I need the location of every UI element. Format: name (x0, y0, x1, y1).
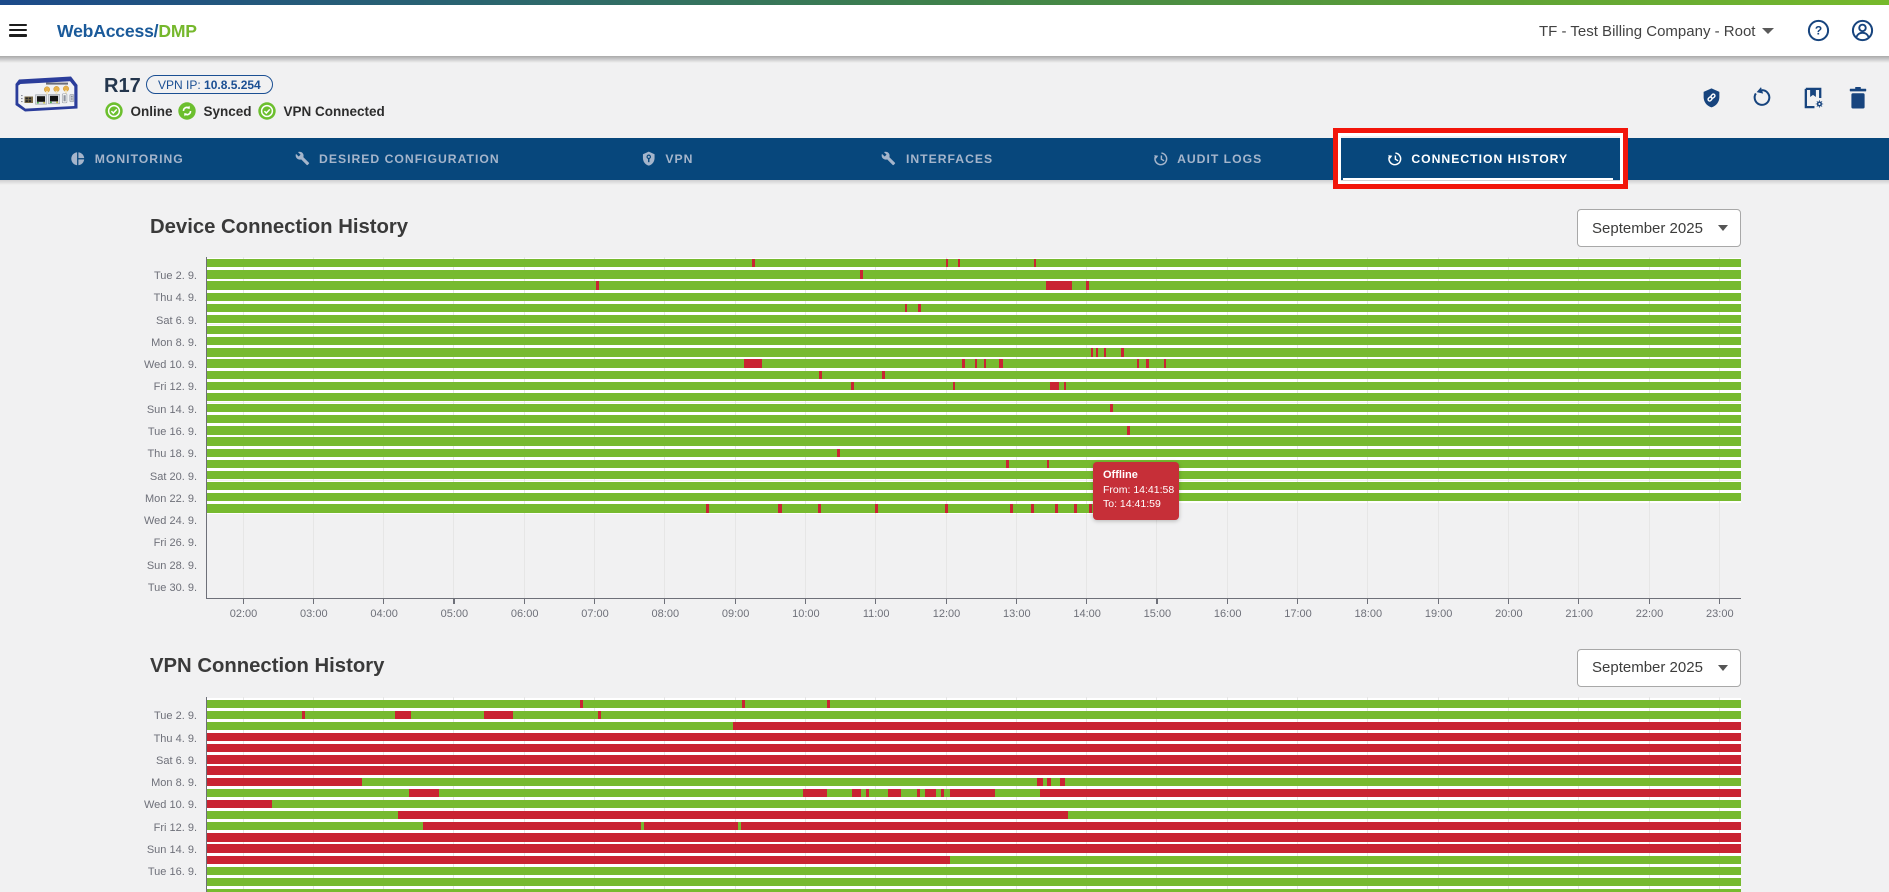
svg-text:?: ? (1815, 24, 1822, 38)
